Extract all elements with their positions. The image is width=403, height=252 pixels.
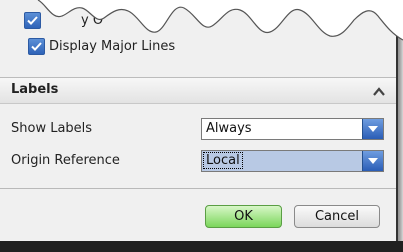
show-labels-label: Show Labels (11, 121, 93, 136)
origin-reference-dropdown-button[interactable] (362, 151, 383, 171)
origin-reference-select[interactable]: Local (201, 150, 384, 172)
chevron-up-icon[interactable] (372, 85, 386, 97)
origin-reference-value: Local (203, 152, 243, 169)
separator (0, 188, 396, 189)
chevron-down-icon (368, 126, 378, 132)
cancel-button[interactable]: Cancel (294, 205, 380, 228)
bottom-band (0, 241, 403, 252)
chevron-down-icon (368, 158, 378, 164)
labels-section-header[interactable]: Labels (0, 77, 396, 104)
ok-button[interactable]: OK (205, 205, 282, 228)
show-labels-select[interactable]: Always (201, 118, 384, 140)
labels-section-title: Labels (11, 82, 59, 97)
origin-reference-label: Origin Reference (11, 153, 120, 168)
torn-edge-decoration (0, 0, 403, 41)
show-labels-dropdown-button[interactable] (362, 119, 383, 139)
show-labels-value: Always (206, 121, 252, 136)
